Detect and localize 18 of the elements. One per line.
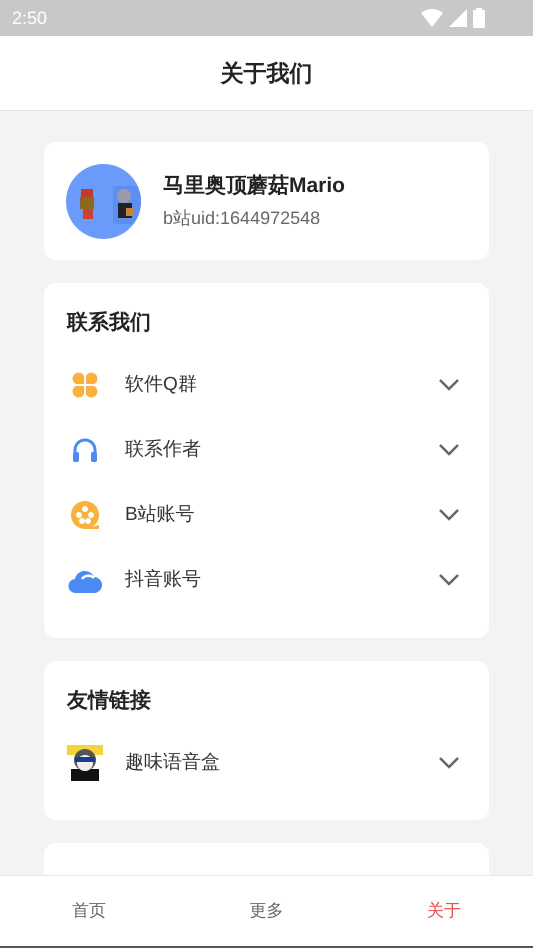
list-item[interactable]: 联系作者 (67, 418, 466, 482)
section-title: 联系我们 (67, 310, 152, 336)
page-title: 关于我们 (220, 58, 312, 88)
battery-icon (473, 8, 485, 28)
list-item[interactable]: 趣味语音盒 (67, 730, 466, 796)
nav-tab[interactable]: 首页 (0, 876, 178, 946)
profile-name: 马里奥顶蘑菇Mario (163, 172, 346, 199)
clover-icon (70, 370, 100, 400)
section-title: 友情链接 (67, 688, 152, 714)
list-item[interactable]: 抖音账号 (67, 548, 466, 612)
nav-tab[interactable]: 关于 (355, 876, 533, 946)
wifi-icon (421, 9, 443, 27)
profile-uid: b站uid:1644972548 (163, 207, 322, 230)
film-reel-icon (70, 500, 100, 530)
list-item[interactable]: B站账号 (67, 482, 466, 548)
nav-tab[interactable]: 更多 (178, 876, 356, 946)
signal-icon (449, 9, 467, 27)
list-item[interactable]: 软件Q群 (67, 352, 466, 418)
